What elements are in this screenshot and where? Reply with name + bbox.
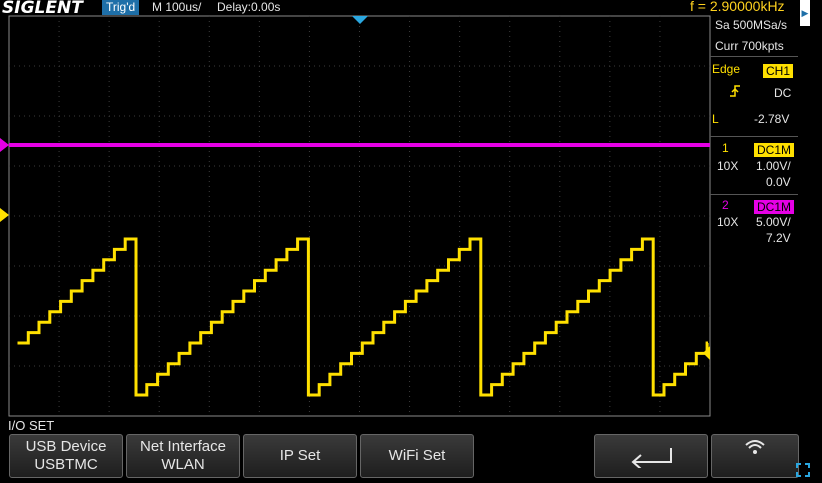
- menu-title: I/O SET: [8, 418, 55, 433]
- trigger-type: Edge: [712, 62, 741, 76]
- memory-depth: Curr 700kpts: [715, 39, 784, 53]
- back-button[interactable]: [594, 434, 708, 478]
- ch1-number: 1: [722, 141, 729, 155]
- side-menu-toggle-icon[interactable]: ▶: [800, 0, 810, 26]
- frequency-readout: f = 2.90000kHz: [690, 0, 785, 14]
- softkey-line1: Net Interface: [140, 438, 226, 455]
- trigger-status: Trig'd: [102, 0, 140, 15]
- delay-label[interactable]: Delay:0.00s: [217, 0, 280, 15]
- ch1-coupling-badge: DC1M: [754, 141, 795, 159]
- waveform-display[interactable]: [0, 15, 712, 417]
- trigger-coupling: DC: [774, 86, 792, 100]
- wifi-icon: [745, 440, 765, 454]
- softkey-line2: USBTMC: [34, 456, 98, 473]
- ip-set-softkey[interactable]: IP Set: [243, 434, 357, 478]
- trigger-panel[interactable]: Edge CH1 DC L -2.78V: [710, 58, 798, 134]
- ch2-panel[interactable]: 2 DC1M 10X 5.00V/ 7.2V: [710, 196, 798, 248]
- timebase-label[interactable]: M 100us/: [152, 0, 201, 15]
- trigger-source-badge: CH1: [763, 62, 794, 80]
- ch2-scale: 5.00V/: [756, 215, 791, 229]
- wifi-set-softkey[interactable]: WiFi Set: [360, 434, 474, 478]
- ch1-marker: [0, 208, 9, 222]
- fullscreen-icon[interactable]: [795, 462, 811, 478]
- ch1-offset: 0.0V: [766, 175, 791, 189]
- ch2-coupling-badge: DC1M: [754, 198, 795, 216]
- ch2-number: 2: [722, 198, 729, 212]
- return-arrow-icon: [631, 448, 672, 468]
- softkey-line1: IP Set: [279, 447, 321, 464]
- trigger-level: -2.78V: [754, 112, 790, 126]
- softkey-line2: WLAN: [161, 456, 205, 473]
- ch2-probe: 10X: [717, 215, 739, 229]
- ch1-probe: 10X: [717, 159, 739, 173]
- ch2-offset: 7.2V: [766, 231, 791, 245]
- net-interface-softkey[interactable]: Net Interface WLAN: [126, 434, 240, 478]
- ch2-marker: [0, 138, 9, 152]
- rising-edge-icon: [728, 84, 742, 103]
- ch1-scale: 1.00V/: [756, 159, 791, 173]
- divider: [710, 56, 798, 57]
- ch1-panel[interactable]: 1 DC1M 10X 1.00V/ 0.0V: [710, 138, 798, 194]
- usb-device-softkey[interactable]: USB Device USBTMC: [9, 434, 123, 478]
- sample-rate: Sa 500MSa/s: [715, 18, 788, 32]
- divider: [710, 136, 798, 137]
- divider: [710, 194, 798, 195]
- softkey-line1: WiFi Set: [388, 447, 446, 464]
- softkey-line1: USB Device: [25, 438, 107, 455]
- wifi-status-button[interactable]: [711, 434, 799, 478]
- trigger-level-prefix: L: [712, 112, 719, 126]
